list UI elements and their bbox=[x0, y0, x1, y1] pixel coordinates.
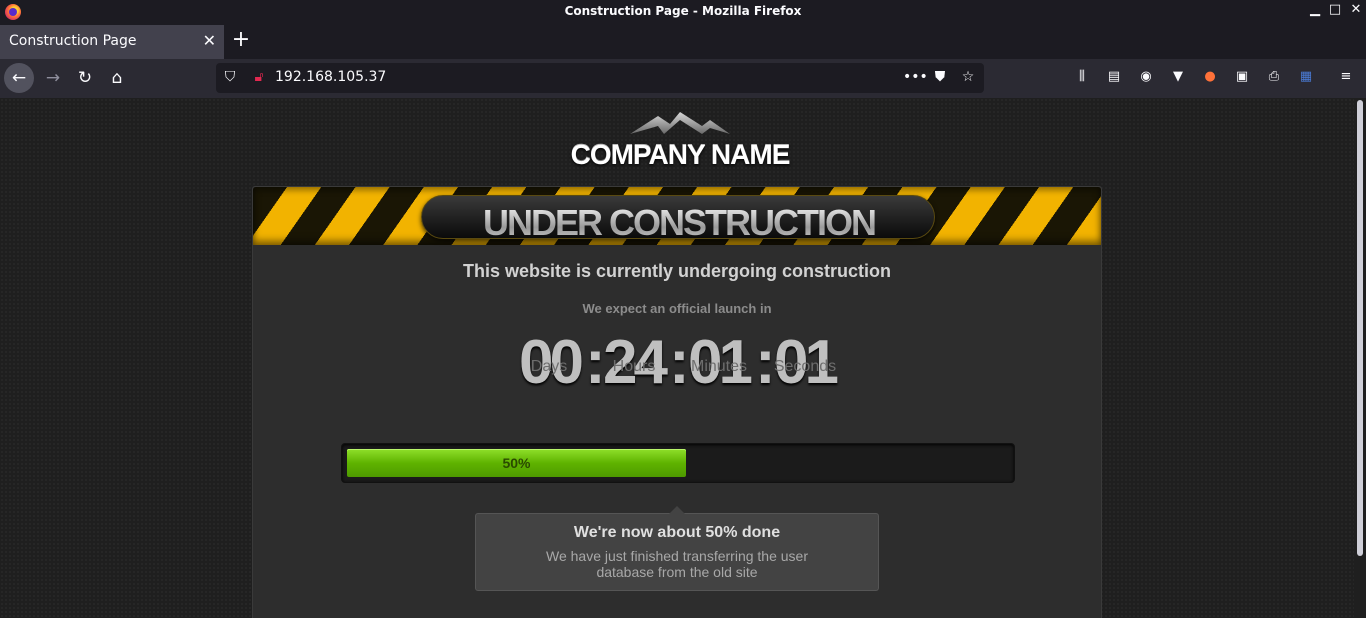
tab-strip: Construction Page ✕ + bbox=[0, 24, 1366, 59]
extension-save-icon[interactable]: ▦ bbox=[1296, 69, 1316, 87]
insecure-lock-icon[interactable]: 🔓︎ bbox=[250, 69, 268, 85]
tooltip-title: We're now about 50% done bbox=[573, 524, 781, 541]
mountain-logo-icon bbox=[630, 112, 730, 134]
account-icon[interactable]: ◉ bbox=[1136, 69, 1156, 87]
bookmark-star-icon[interactable]: ☆ bbox=[959, 69, 977, 85]
countdown-label-seconds: Seconds bbox=[773, 358, 837, 375]
subheadline: We expect an official launch in bbox=[582, 301, 772, 316]
tab-construction-page[interactable]: Construction Page ✕ bbox=[0, 25, 224, 59]
company-name: COMPANY NAME bbox=[560, 138, 800, 170]
hazard-banner: UNDER CONSTRUCTION bbox=[253, 187, 1101, 245]
progress-tooltip: We're now about 50% done We have just fi… bbox=[475, 506, 879, 591]
progress-label: 50% bbox=[502, 455, 531, 471]
new-tab-button[interactable]: + bbox=[230, 27, 252, 52]
countdown-label-minutes: Minutes bbox=[690, 358, 748, 375]
maximize-icon[interactable]: □ bbox=[1325, 2, 1345, 17]
back-button[interactable]: ← bbox=[4, 63, 34, 93]
progress-fill: 50% bbox=[347, 449, 686, 477]
progress-bar: 50% bbox=[341, 443, 1015, 483]
countdown-label-hours: Hours bbox=[612, 358, 656, 375]
extension-fox-icon[interactable]: ● bbox=[1200, 69, 1220, 87]
countdown-timer: 00 : 24 : 01 : 01 bbox=[517, 327, 847, 397]
tooltip-arrow bbox=[669, 506, 685, 514]
window-title: Construction Page - Mozilla Firefox bbox=[564, 4, 802, 18]
company-logo: COMPANY NAME bbox=[560, 106, 800, 170]
library-icon[interactable]: ⫼ bbox=[1072, 69, 1092, 87]
window-titlebar: Construction Page - Mozilla Firefox ▁ □ … bbox=[0, 0, 1366, 24]
tab-label: Construction Page bbox=[9, 33, 137, 49]
countdown-label-days: Days bbox=[530, 358, 568, 375]
page-scrollbar[interactable] bbox=[1354, 98, 1366, 618]
tab-close-icon[interactable]: ✕ bbox=[203, 31, 216, 50]
minimize-icon[interactable]: ▁ bbox=[1305, 2, 1325, 17]
extension-v-icon[interactable]: ▼ bbox=[1168, 69, 1188, 87]
sidebar-icon[interactable]: ▤ bbox=[1104, 69, 1124, 87]
url-input[interactable]: 192.168.105.37 bbox=[275, 69, 386, 85]
menu-hamburger-icon[interactable]: ≡ bbox=[1336, 69, 1356, 87]
scrollbar-thumb[interactable] bbox=[1357, 100, 1363, 556]
banner-title: UNDER CONSTRUCTION bbox=[422, 202, 936, 244]
url-bar[interactable]: ⛉ 🔓︎ 192.168.105.37 ••• ⛊ ☆ bbox=[216, 63, 984, 93]
extension-printer-icon[interactable]: ⎙ bbox=[1264, 69, 1284, 87]
navigation-toolbar: ← → ↻ ⌂ ⛉ 🔓︎ 192.168.105.37 ••• ⛊ ☆ ⫼ ▤ … bbox=[0, 59, 1366, 98]
tooltip-body: We have just finished transferring the u… bbox=[546, 548, 808, 580]
construction-panel: UNDER CONSTRUCTION This website is curre… bbox=[252, 186, 1102, 618]
page-viewport: COMPANY NAME UNDER CONSTRUCTION This web… bbox=[0, 98, 1366, 618]
close-window-icon[interactable]: ✕ bbox=[1346, 2, 1366, 17]
pocket-icon[interactable]: ⛊ bbox=[931, 69, 949, 85]
headline: This website is currently undergoing con… bbox=[462, 261, 892, 281]
home-button[interactable]: ⌂ bbox=[102, 63, 132, 93]
forward-button[interactable]: → bbox=[38, 63, 68, 93]
reload-button[interactable]: ↻ bbox=[70, 63, 100, 93]
page-actions-icon[interactable]: ••• bbox=[903, 69, 928, 85]
tracking-shield-icon[interactable]: ⛉ bbox=[221, 69, 239, 85]
banner-pill: UNDER CONSTRUCTION bbox=[421, 195, 935, 243]
extension-photo-icon[interactable]: ▣ bbox=[1232, 69, 1252, 87]
